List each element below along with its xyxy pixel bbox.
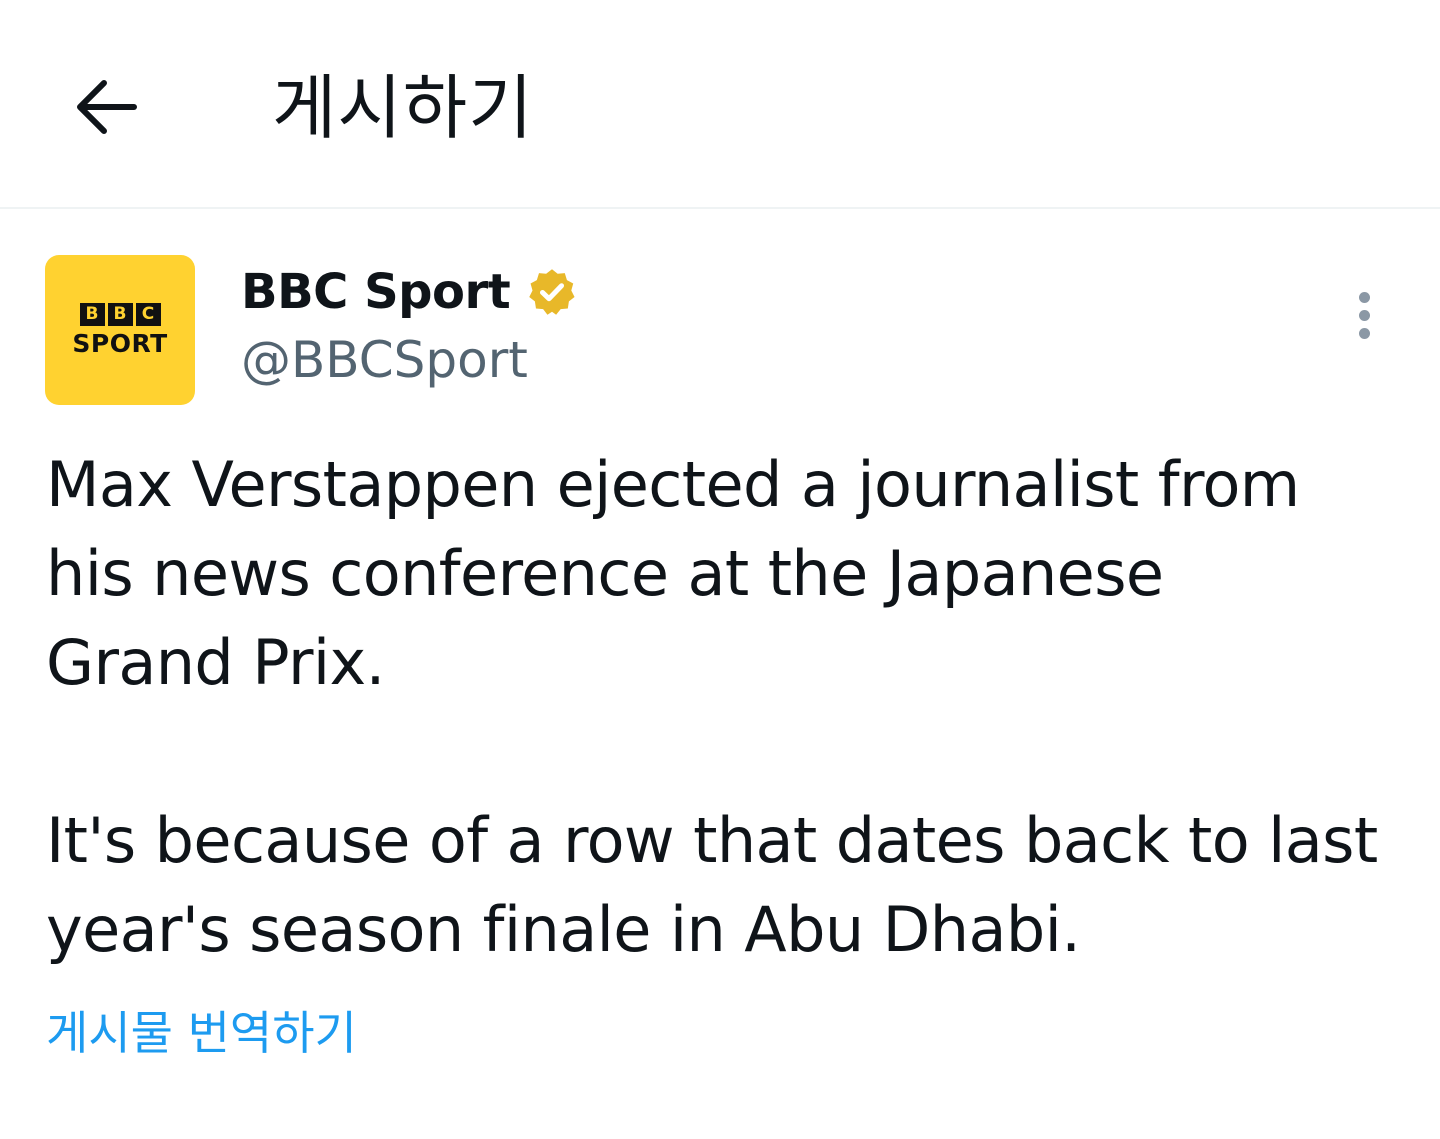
- author-display-name[interactable]: BBC Sport: [241, 264, 511, 320]
- bbc-sport-logo: B B C SPORT: [45, 303, 195, 358]
- author-name-row: BBC Sport: [241, 262, 578, 322]
- verified-badge-icon: [529, 269, 575, 315]
- author-handle[interactable]: @BBCSport: [241, 330, 528, 390]
- arrow-left-icon: [77, 80, 137, 134]
- post-text-line: his news conference at the Japanese: [46, 537, 1164, 610]
- top-bar: 게시하기: [0, 0, 1440, 209]
- post-text: Max Verstappen ejected a journalist from…: [46, 440, 1416, 974]
- more-vertical-icon: [1359, 328, 1370, 339]
- back-button[interactable]: [60, 65, 150, 149]
- post-text-line: It's because of a row that dates back to…: [46, 804, 1378, 877]
- avatar[interactable]: B B C SPORT: [45, 255, 195, 405]
- more-vertical-icon: [1359, 310, 1370, 321]
- page-title: 게시하기: [272, 67, 534, 149]
- translate-post-link[interactable]: 게시물 번역하기: [46, 1004, 357, 1062]
- more-options-button[interactable]: [1335, 284, 1395, 348]
- post-text-line: Max Verstappen ejected a journalist from: [46, 448, 1300, 521]
- post-text-line: Grand Prix.: [46, 626, 385, 699]
- bbc-block: B: [107, 303, 133, 326]
- bbc-block: B: [79, 303, 105, 326]
- post-text-line: year's season finale in Abu Dhabi.: [46, 893, 1081, 966]
- bbc-block: C: [135, 303, 161, 326]
- more-vertical-icon: [1359, 292, 1370, 303]
- logo-word: SPORT: [72, 329, 168, 358]
- bbc-blocks: B B C: [79, 303, 161, 326]
